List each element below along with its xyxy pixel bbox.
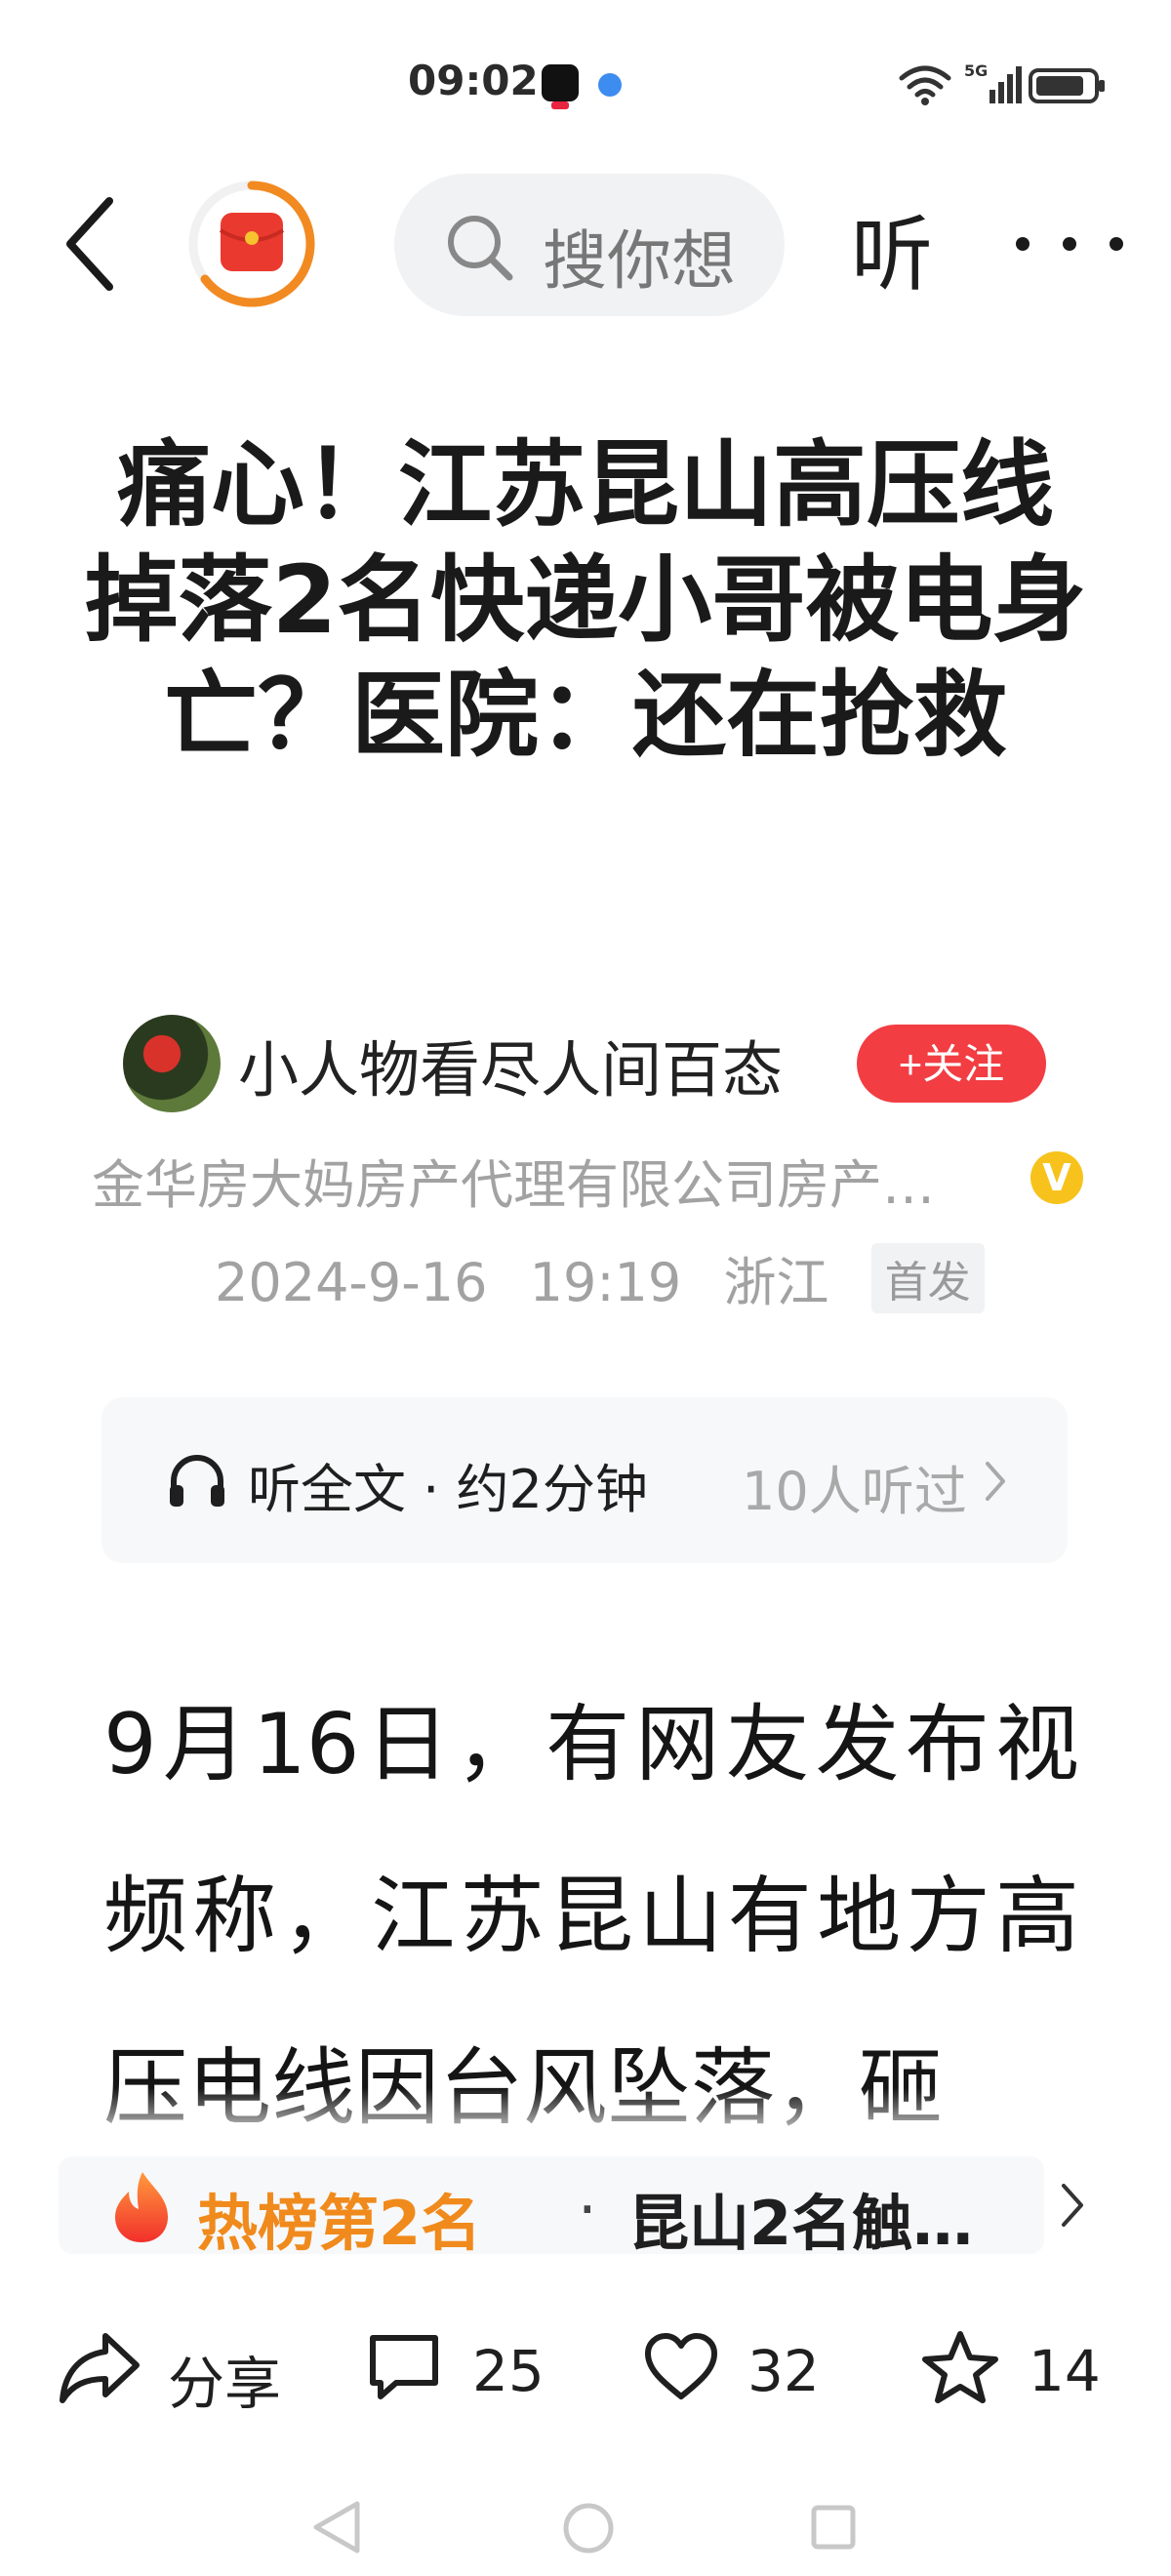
article-title: 痛心！江苏昆山高压线掉落2名快递小哥被电身亡？医院：还在抢救	[84, 430, 1087, 770]
listen-button[interactable]: 听	[851, 189, 933, 307]
battery-icon	[1029, 68, 1105, 103]
share-button[interactable]: 分享	[59, 2313, 312, 2420]
heart-icon	[645, 2333, 717, 2399]
author-name[interactable]: 小人物看尽人间百态	[238, 1021, 783, 1108]
hot-separator: ·	[578, 2174, 597, 2245]
system-navigation-bar	[0, 2478, 1171, 2576]
chevron-right-icon	[986, 1462, 1005, 1501]
tiktok-notification-icon	[542, 64, 579, 109]
comment-count: 25	[472, 2338, 545, 2404]
wifi-icon	[899, 65, 951, 105]
first-publish-badge: 首发	[870, 1243, 985, 1313]
search-box[interactable]: 搜你想	[394, 174, 785, 316]
verified-badge: V	[1030, 1151, 1083, 1204]
hot-ranking-banner[interactable]: 热榜第2名 · 昆山2名触电人...	[59, 2156, 1044, 2259]
comment-button[interactable]: 25	[365, 2313, 560, 2420]
like-button[interactable]: 32	[642, 2313, 837, 2420]
listen-count: 10人听过	[742, 1461, 967, 1522]
app-notification-icon	[598, 73, 622, 97]
like-count: 32	[747, 2338, 820, 2404]
author-avatar[interactable]	[123, 1015, 221, 1112]
status-bar: 09:02 5G	[0, 0, 1171, 146]
flame-icon	[115, 2172, 168, 2242]
chevron-right-icon[interactable]	[1060, 2182, 1085, 2229]
listen-full-text-card[interactable]: 听全文 · 约2分钟 10人听过	[101, 1397, 1068, 1563]
system-recent-apps-icon[interactable]	[810, 2504, 857, 2551]
search-placeholder: 搜你想	[543, 223, 736, 299]
share-label: 分享	[168, 2351, 282, 2417]
author-description: 金华房大妈房产代理有限公司房产…	[92, 1154, 935, 1216]
system-home-icon[interactable]	[562, 2502, 615, 2555]
favorite-button[interactable]: 14	[921, 2313, 1116, 2420]
comment-icon	[370, 2335, 438, 2399]
publish-date: 2024-9-16	[215, 1252, 488, 1313]
listen-full-text-label: 听全文 · 约2分钟	[248, 1459, 648, 1520]
follow-button[interactable]: +关注	[857, 1025, 1046, 1103]
star-icon	[922, 2331, 998, 2403]
status-icons: 5G	[896, 60, 1110, 109]
back-arrow-icon[interactable]	[61, 195, 119, 293]
status-time: 09:02	[408, 57, 539, 104]
share-icon	[60, 2333, 140, 2403]
body-fade-overlay	[0, 2088, 1171, 2147]
cellular-signal-icon: 5G	[964, 61, 1022, 103]
more-options-icon[interactable]	[1011, 234, 1128, 254]
hot-rank-label: 热榜第2名	[197, 2188, 482, 2259]
bottom-action-bar: 分享 25 32 14	[0, 2313, 1171, 2430]
publish-location: 浙江	[723, 1252, 829, 1313]
search-icon	[448, 216, 513, 281]
headphone-icon	[170, 1455, 224, 1507]
system-back-icon[interactable]	[310, 2500, 363, 2555]
publish-time: 19:19	[529, 1252, 682, 1313]
favorite-count: 14	[1029, 2338, 1101, 2404]
network-type-label: 5G	[964, 61, 988, 80]
hot-topic-text: 昆山2名触电人...	[628, 2188, 1029, 2259]
article-meta: 2024-9-16 19:19 浙江 首发	[215, 1239, 1010, 1313]
red-packet-icon[interactable]	[185, 178, 318, 310]
